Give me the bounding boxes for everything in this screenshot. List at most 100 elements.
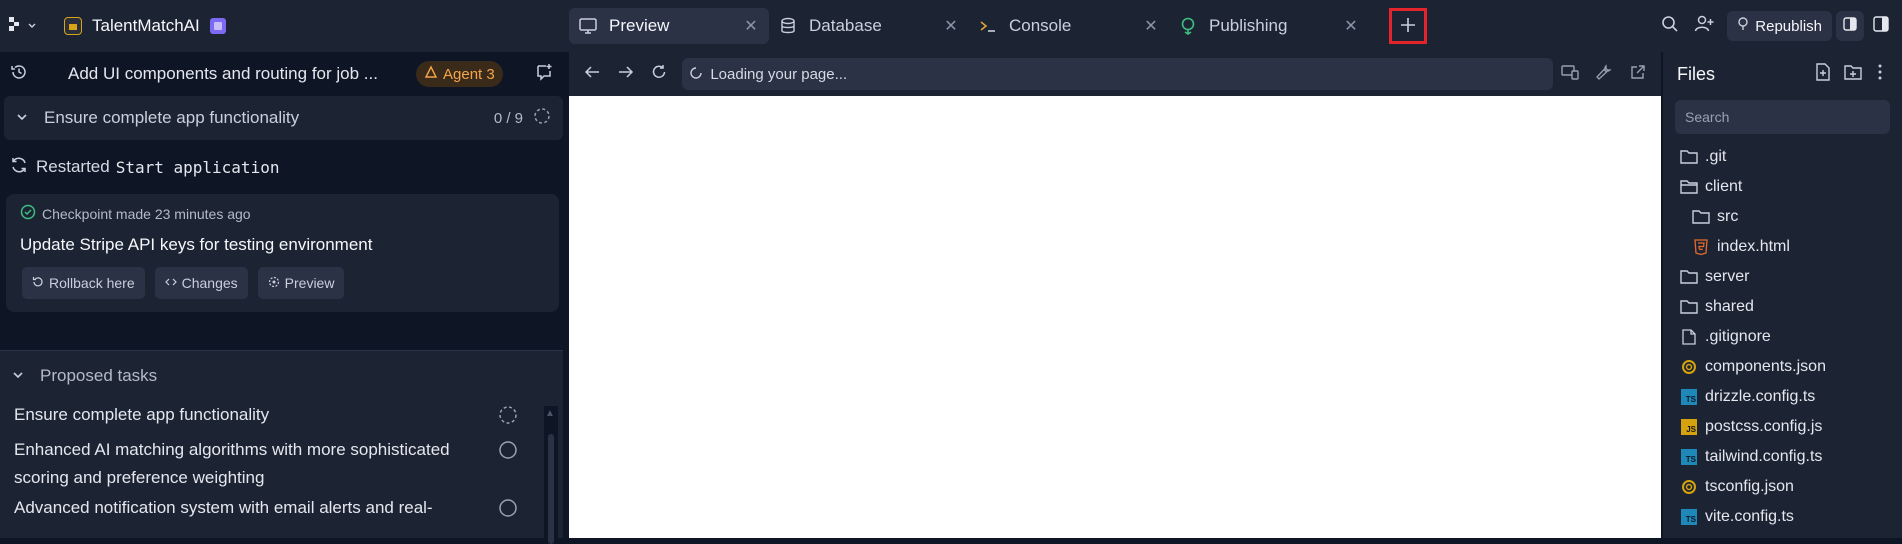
republish-button[interactable]: Republish [1727,11,1832,41]
new-file-button[interactable] [1808,57,1838,91]
restart-event: Restarted Start application [0,140,567,194]
app-name[interactable]: TalentMatchAI [92,16,200,36]
tab-publishing[interactable]: Publishing ✕ [1169,8,1369,44]
url-bar[interactable]: Loading your page... [682,58,1553,90]
file-tree-item[interactable]: TS vite.config.ts [1663,502,1902,532]
restart-command: Start application [115,157,280,177]
files-search-input[interactable]: Search [1675,100,1890,134]
checkpoint-meta: Checkpoint made 23 minutes ago [20,204,551,223]
chevron-down-icon [27,18,37,35]
json-file-icon [1679,477,1699,497]
preview-content[interactable] [569,96,1661,538]
close-icon[interactable]: ✕ [1341,16,1361,36]
file-tree-item[interactable]: server [1663,262,1902,292]
new-folder-icon [1844,64,1862,84]
app-status-badge [209,18,226,34]
checkpoint-title: Update Stripe API keys for testing envir… [20,235,373,254]
proposed-tasks-header[interactable]: Proposed tasks [0,351,563,401]
list-item[interactable]: Enhanced AI matching algorithms with mor… [14,436,540,492]
invite-button[interactable] [1687,9,1721,43]
file-tree-item[interactable]: JS postcss.config.js [1663,412,1902,442]
file-tree-item[interactable]: src [1663,202,1902,232]
file-name: postcss.config.js [1705,418,1823,435]
rollback-button[interactable]: Rollback here [22,267,145,299]
file-name: index.html [1717,238,1790,255]
list-item[interactable]: Advanced notification system with email … [14,494,540,527]
back-button[interactable] [575,57,609,91]
changes-button[interactable]: Changes [154,267,248,299]
restart-icon [10,156,28,179]
external-link-icon [1630,64,1646,84]
circle-icon [498,440,520,469]
reload-button[interactable] [643,57,677,91]
tab-console[interactable]: Console ✕ [969,8,1169,44]
devices-icon [1561,64,1579,84]
file-tree-item[interactable]: client [1663,172,1902,202]
file-tree-item[interactable]: shared [1663,292,1902,322]
thread-header: Add UI components and routing for job ..… [0,52,567,96]
database-icon [777,15,799,37]
check-circle-icon [20,204,36,223]
file-tree-item[interactable]: .gitignore [1663,322,1902,352]
thread-title: Add UI components and routing for job ..… [68,64,378,83]
close-icon[interactable]: ✕ [741,16,761,36]
folder-icon [1679,297,1699,317]
file-tree-item[interactable]: TS tailwind.config.ts [1663,442,1902,472]
tab-label: Console [1009,16,1072,35]
new-tab-button[interactable] [1389,8,1427,44]
file-tree-item[interactable]: index.html [1663,232,1902,262]
device-toggle-button[interactable] [1553,57,1587,91]
files-panel: Files Search .git client src index.html … [1663,52,1902,538]
devtools-button[interactable] [1587,57,1621,91]
close-icon[interactable]: ✕ [1141,16,1161,36]
files-title: Files [1677,63,1716,84]
list-item[interactable]: Ensure complete app functionality [14,401,540,434]
files-header: Files [1663,52,1902,96]
open-new-window-button[interactable] [1621,57,1655,91]
new-chat-icon[interactable] [535,63,553,85]
changes-label: Changes [181,275,238,291]
scrollbar-thumb[interactable] [548,434,554,544]
agent-badge: Agent 3 [416,61,503,87]
layout-icon [1843,17,1857,35]
tab-database[interactable]: Database ✕ [769,8,969,44]
workspace-menu[interactable] [0,0,46,52]
history-icon[interactable] [10,63,28,85]
new-file-icon [1815,63,1831,85]
loading-spinner-icon [690,66,703,83]
files-menu-button[interactable] [1868,57,1892,91]
wrench-icon [1596,64,1612,84]
file-name: components.json [1705,358,1826,375]
new-folder-button[interactable] [1838,57,1868,91]
file-tree-item[interactable]: TS drizzle.config.ts [1663,382,1902,412]
arrow-right-icon [618,65,634,83]
task-text: Ensure complete app functionality [14,405,270,424]
proposed-tasks-title: Proposed tasks [40,366,158,385]
tab-preview[interactable]: Preview ✕ [569,8,769,44]
typescript-file-icon: TS [1679,387,1699,407]
search-button[interactable] [1653,9,1687,43]
html-file-icon [1691,237,1711,257]
tab-label: Publishing [1209,16,1288,35]
file-name: .gitignore [1705,328,1771,345]
more-vertical-icon [1878,64,1882,84]
sidebar-toggle-button[interactable] [1864,9,1898,43]
forward-button[interactable] [609,57,643,91]
file-tree-item[interactable]: tsconfig.json [1663,472,1902,502]
file-name: .git [1705,148,1727,165]
toggle-view-button[interactable] [1836,11,1864,41]
file-tree-item[interactable]: .git [1663,142,1902,172]
scroll-up-icon[interactable]: ▲ [545,408,555,419]
publishing-icon [1737,17,1755,35]
scrollbar[interactable]: ▲ [544,406,558,544]
task-text: Enhanced AI matching algorithms with mor… [14,440,450,487]
pending-circle-icon [498,405,520,434]
chevron-down-icon [12,366,24,386]
current-task-row[interactable]: Ensure complete app functionality 0 / 9 [4,96,563,140]
preview-tools [1553,57,1655,91]
file-tree-item[interactable]: components.json [1663,352,1902,382]
close-icon[interactable]: ✕ [941,16,961,36]
folder-open-icon [1679,177,1699,197]
file-icon [1679,327,1699,347]
preview-button[interactable]: Preview [257,267,345,299]
